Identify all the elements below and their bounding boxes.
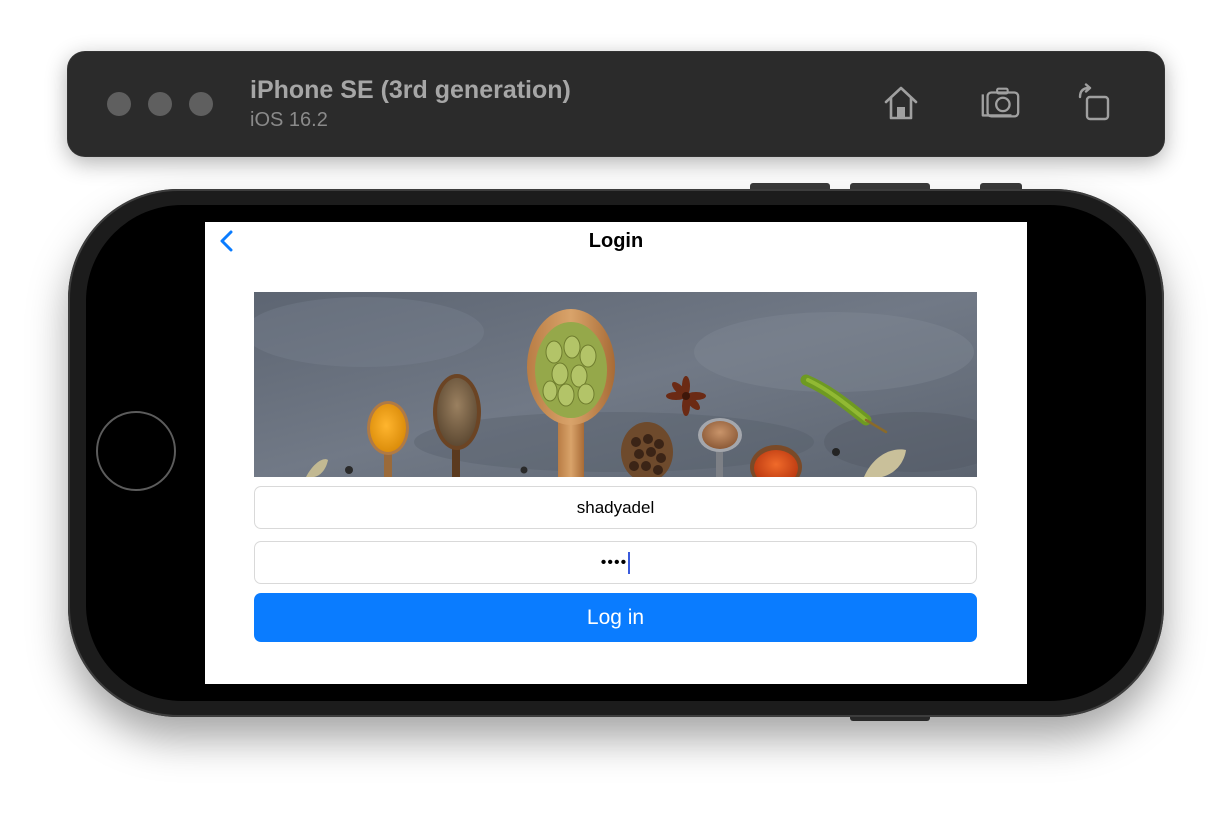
home-icon xyxy=(884,86,918,120)
username-value: shadyadel xyxy=(576,497,655,517)
simulator-stage: iPhone SE (3rd generation) iOS 16.2 Logi… xyxy=(0,0,1232,814)
banner-illustration xyxy=(254,292,977,477)
screenshot-icon xyxy=(981,87,1020,118)
rotate-button[interactable] xyxy=(1072,81,1116,125)
screenshot-button[interactable] xyxy=(978,81,1022,125)
os-version: iOS 16.2 xyxy=(250,109,328,131)
window-close-button[interactable] xyxy=(107,92,131,116)
home-button[interactable] xyxy=(879,81,923,125)
rotate-icon xyxy=(1078,83,1110,121)
username-field[interactable]: shadyadel xyxy=(254,486,977,529)
app-screen: Login shadyadel •••• Log in xyxy=(205,222,1027,684)
page-title: Login xyxy=(588,230,644,252)
window-zoom-button[interactable] xyxy=(189,92,213,116)
simulator-title-bar: iPhone SE (3rd generation) iOS 16.2 xyxy=(67,51,1165,157)
password-masked-value: •••• xyxy=(600,553,628,571)
window-minimize-button[interactable] xyxy=(148,92,172,116)
device-home-button[interactable] xyxy=(96,411,176,491)
spices-banner-image xyxy=(254,292,977,477)
password-field[interactable]: •••• xyxy=(254,541,977,584)
login-button[interactable]: Log in xyxy=(254,593,977,642)
text-caret xyxy=(628,551,631,574)
device-name: iPhone SE (3rd generation) xyxy=(250,76,571,104)
login-button-label: Log in xyxy=(586,605,645,629)
